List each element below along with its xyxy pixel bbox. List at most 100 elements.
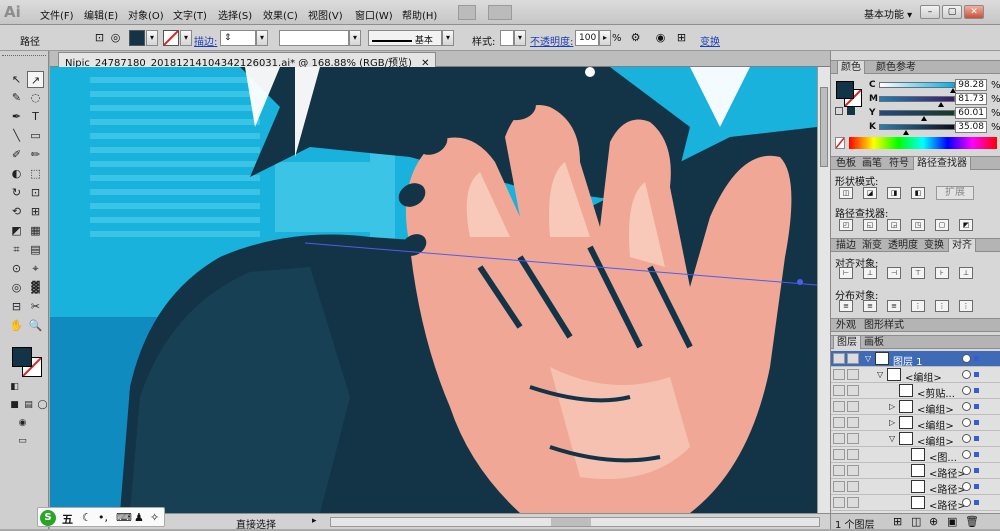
sublayer-row[interactable]: <图... — [831, 447, 1000, 464]
new-sublayer-icon[interactable]: ⊕ — [929, 515, 938, 528]
lock-toggle-icon[interactable] — [847, 433, 859, 444]
crop-icon[interactable]: ◳ — [911, 219, 925, 231]
direct-selection-tool-icon[interactable]: ↗ — [27, 71, 44, 88]
target-circle-icon[interactable] — [962, 466, 971, 475]
menu-select[interactable]: 选择(S) — [218, 7, 252, 22]
make-clipping-mask-icon[interactable]: ◫ — [911, 515, 921, 528]
distribute-hcenter-icon[interactable]: ⋮ — [935, 300, 949, 312]
tab-pathfinder[interactable]: 路径查找器 — [913, 157, 971, 170]
expand-toggle-icon[interactable]: ▽ — [877, 370, 883, 379]
selection-indicator[interactable] — [974, 404, 979, 409]
selection-indicator[interactable] — [974, 356, 979, 361]
lock-toggle-icon[interactable] — [847, 353, 859, 364]
align-right-icon[interactable]: ⊣ — [887, 267, 901, 279]
visibility-eye-icon[interactable] — [833, 369, 845, 380]
exclude-icon[interactable]: ◧ — [911, 187, 925, 199]
selection-indicator[interactable] — [974, 420, 979, 425]
brush-chevron-icon[interactable]: ▾ — [442, 30, 454, 46]
app-minimize-button[interactable]: – — [920, 5, 940, 19]
lock-toggle-icon[interactable] — [847, 369, 859, 380]
tab-transform[interactable]: 变换 — [921, 239, 947, 252]
sublayer-row[interactable]: ▽ <编组> — [831, 431, 1000, 448]
default-colors-icon[interactable]: ◧ — [6, 379, 23, 396]
tab-align[interactable]: 对齐 — [948, 239, 976, 252]
stroke-link[interactable]: 描边: — [194, 33, 217, 48]
style-swatch[interactable] — [500, 30, 514, 46]
rectangle-tool-icon[interactable]: ▭ — [27, 127, 44, 144]
channel-k-slider[interactable] — [879, 124, 955, 135]
tab-artboards[interactable]: 画板 — [861, 336, 887, 349]
eyedropper-tool-icon[interactable]: ⊙ — [8, 260, 25, 277]
selection-indicator[interactable] — [974, 468, 979, 473]
recolor-icon[interactable]: ⚙ — [628, 31, 643, 45]
selection-indicator[interactable] — [974, 436, 979, 441]
distribute-bottom-icon[interactable]: ≡ — [887, 300, 901, 312]
paintbrush-tool-icon[interactable]: ✐ — [8, 146, 25, 163]
tab-transparency[interactable]: 透明度 — [885, 239, 921, 252]
align-bottom-icon[interactable]: ⊥ — [959, 267, 973, 279]
align-vcenter-icon[interactable]: ⊦ — [935, 267, 949, 279]
arrange-documents-icon[interactable] — [488, 5, 512, 20]
pencil-tool-icon[interactable]: ✏ — [27, 146, 44, 163]
delete-layer-icon[interactable]: 🗑 — [965, 515, 979, 528]
visibility-eye-icon[interactable] — [833, 449, 845, 460]
slider-marker[interactable] — [937, 102, 944, 107]
expand-button[interactable]: 扩展 — [936, 186, 974, 200]
blend-tool-icon[interactable]: ⌖ — [27, 260, 44, 277]
distribute-vcenter-icon[interactable]: ≡ — [863, 300, 877, 312]
sublayer-row[interactable]: ▷ <编组> — [831, 415, 1000, 432]
symbol-sprayer-tool-icon[interactable]: ◎ — [8, 279, 25, 296]
tab-gradient[interactable]: 渐变 — [859, 239, 885, 252]
lock-toggle-icon[interactable] — [847, 401, 859, 412]
lasso-tool-icon[interactable]: ◌ — [27, 89, 44, 106]
keyboard-icon[interactable]: ⌨ — [116, 511, 132, 524]
target-circle-icon[interactable] — [962, 418, 971, 427]
opacity-chevron-icon[interactable]: ▸ — [599, 30, 611, 46]
selection-tool-icon[interactable]: ↖ — [8, 71, 25, 88]
tab-color-guide[interactable]: 颜色参考 — [873, 61, 919, 74]
expand-toggle-icon[interactable]: ▽ — [865, 354, 871, 363]
channel-m-value[interactable]: 81.73 — [955, 93, 987, 105]
eraser-tool-icon[interactable]: ⬚ — [27, 165, 44, 182]
channel-k-value[interactable]: 35.08 — [955, 121, 987, 133]
variable-width-input[interactable] — [279, 30, 349, 46]
lock-toggle-icon[interactable] — [847, 385, 859, 396]
align-left-icon[interactable]: ⊢ — [839, 267, 853, 279]
align-to-icon[interactable]: ⊞ — [674, 31, 689, 45]
lock-toggle-icon[interactable] — [847, 497, 859, 508]
selection-indicator[interactable] — [974, 452, 979, 457]
channel-c-slider[interactable] — [879, 82, 956, 93]
shirt-icon[interactable]: ♟ — [134, 511, 144, 524]
lock-toggle-icon[interactable] — [847, 449, 859, 460]
hand-tool-icon[interactable]: ✋ — [8, 317, 25, 334]
style-chevron-icon[interactable]: ▾ — [514, 30, 526, 46]
horizontal-scrollbar[interactable] — [330, 517, 820, 527]
app-maximize-button[interactable]: ▢ — [942, 5, 962, 19]
merge-icon[interactable]: ◲ — [887, 219, 901, 231]
slider-marker[interactable] — [902, 130, 909, 135]
brush-definition[interactable]: 基本 — [368, 30, 442, 46]
transform-link[interactable]: 变换 — [700, 33, 720, 48]
toolbox-fill-swatch[interactable] — [12, 347, 32, 367]
bridge-icon[interactable] — [458, 5, 476, 20]
opacity-link[interactable]: 不透明度: — [530, 33, 573, 48]
visibility-eye-icon[interactable] — [833, 481, 845, 492]
artboard-tool-icon[interactable]: ⊟ — [8, 298, 25, 315]
target-circle-icon[interactable] — [962, 450, 971, 459]
sublayer-row[interactable]: ▽ <编组> — [831, 367, 1000, 384]
expand-toggle-icon[interactable]: ▷ — [889, 418, 895, 427]
selection-indicator[interactable] — [974, 484, 979, 489]
variable-width-chevron-icon[interactable]: ▾ — [349, 30, 361, 46]
tab-layers[interactable]: 图层 — [833, 336, 861, 349]
rotate-tool-icon[interactable]: ↻ — [8, 184, 25, 201]
opacity-input[interactable]: 100 — [575, 30, 599, 46]
expand-toggle-icon[interactable]: ▽ — [889, 434, 895, 443]
document-setup-icon[interactable]: ◉ — [653, 31, 668, 45]
column-graph-tool-icon[interactable]: ▓ — [27, 279, 44, 296]
trim-icon[interactable]: ◱ — [863, 219, 877, 231]
channel-c-value[interactable]: 98.28 — [955, 79, 987, 91]
line-tool-icon[interactable]: ╲ — [8, 127, 25, 144]
sublayer-row[interactable]: <路径> — [831, 463, 1000, 480]
menu-type[interactable]: 文字(T) — [173, 7, 207, 22]
locate-object-icon[interactable]: ⊞ — [893, 515, 902, 528]
